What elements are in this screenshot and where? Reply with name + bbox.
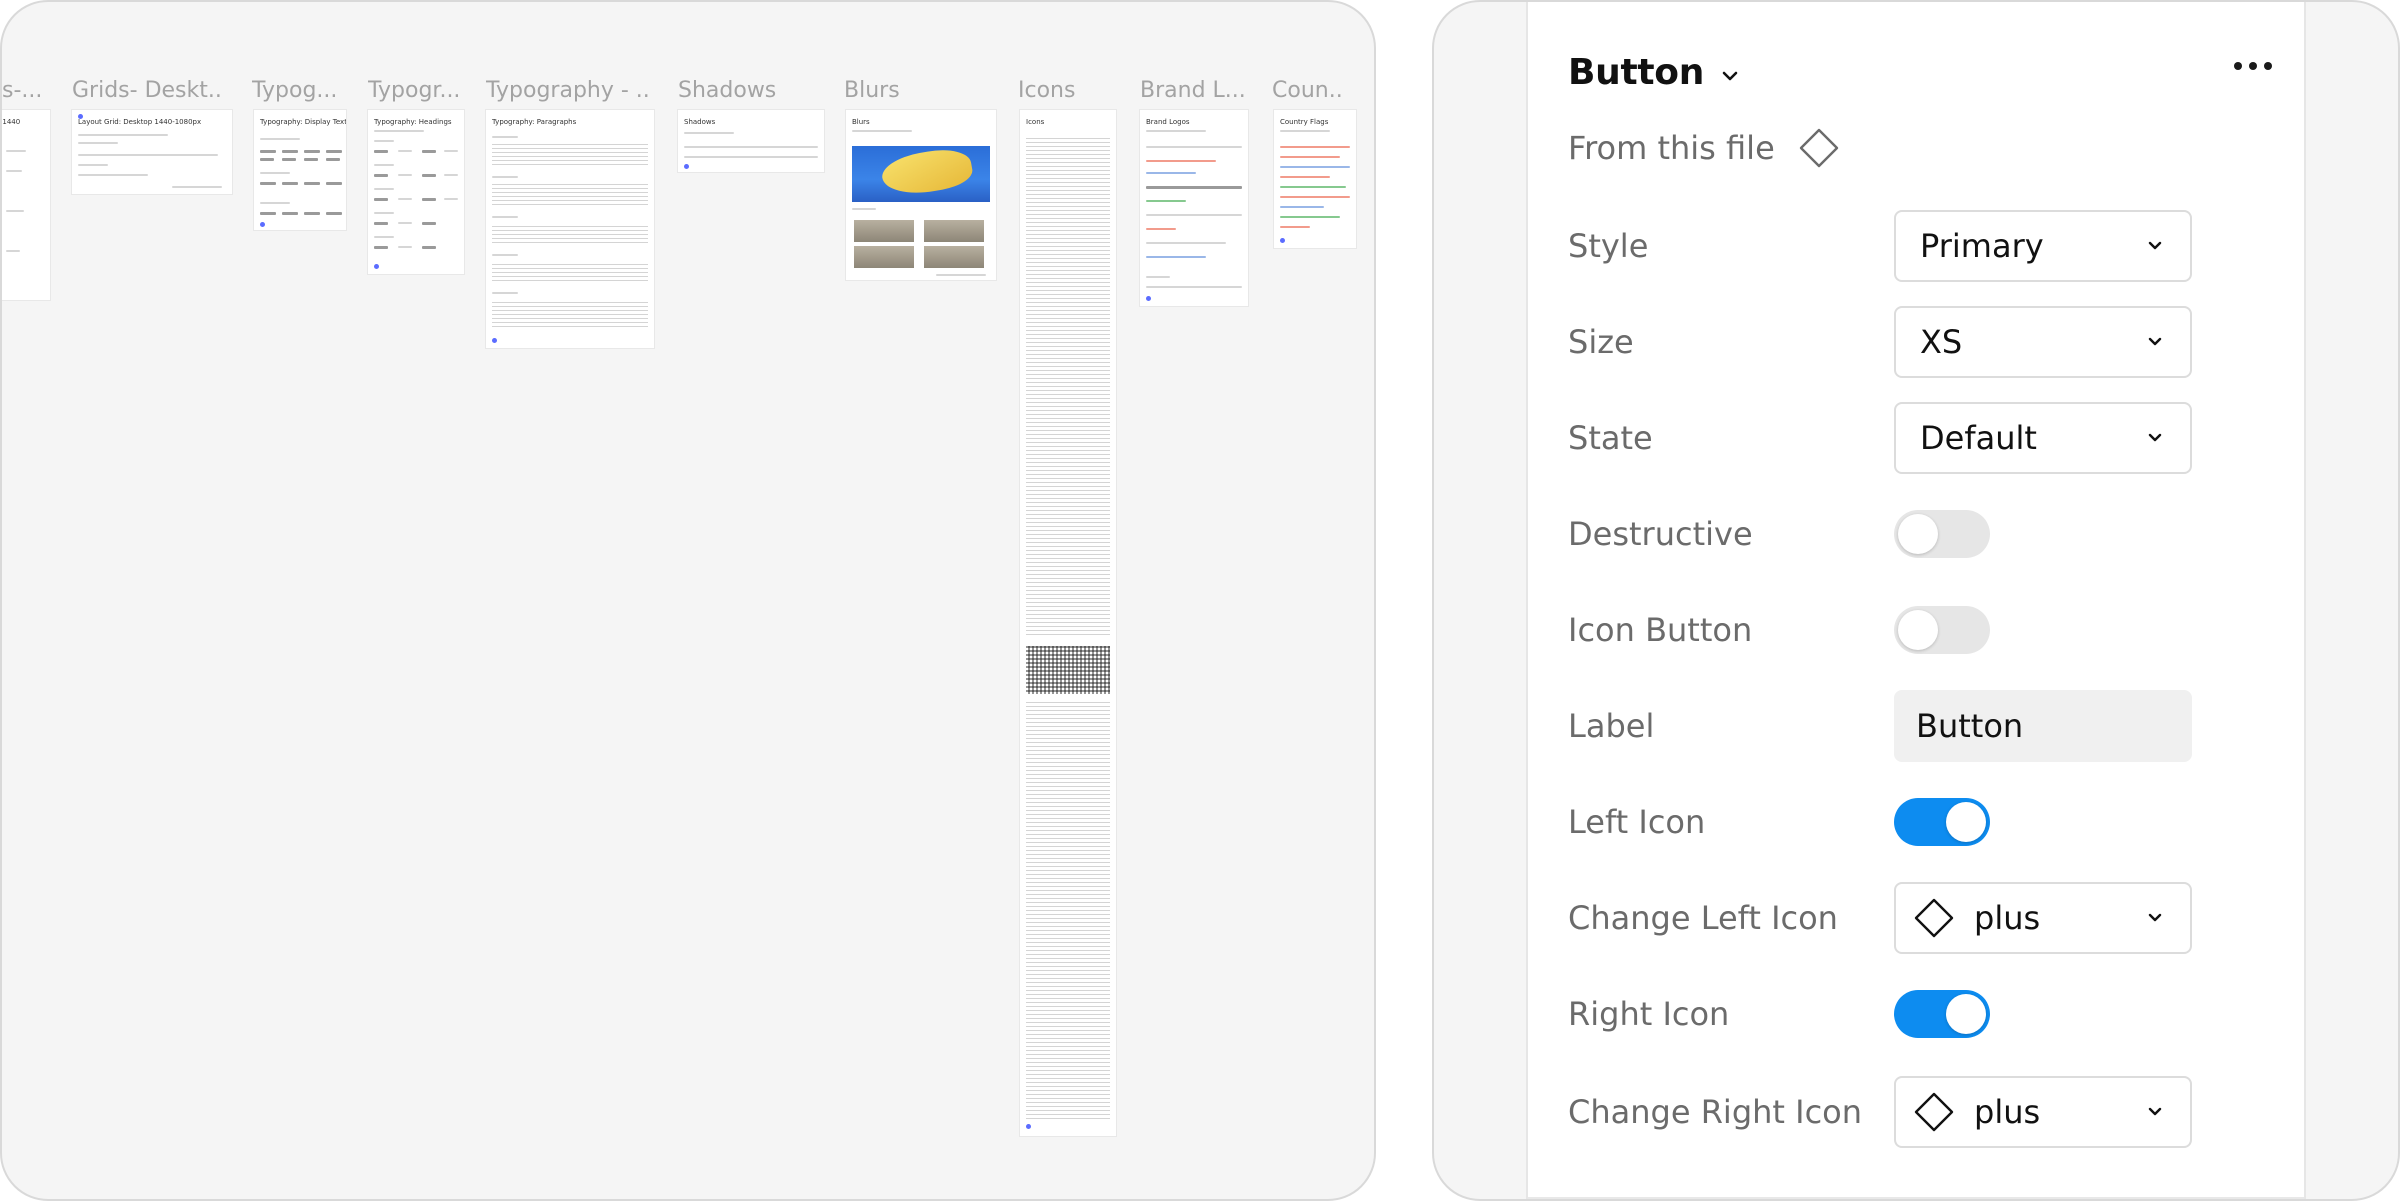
prop-row-left-icon: Left Icon	[1568, 786, 2304, 858]
prop-row-destructive: Destructive	[1568, 498, 2304, 570]
left-icon-toggle[interactable]	[1894, 798, 1990, 846]
chevron-down-icon	[2148, 241, 2162, 250]
banana-image	[852, 146, 990, 202]
frame-thumbnail[interactable]: Layout Grid: Desktop 1440-1080px	[72, 110, 232, 194]
frame-mini-title: Layout Grid: Desktop 1440-1080px	[78, 118, 202, 126]
prop-label: Change Right Icon	[1568, 1093, 1863, 1131]
frame-label[interactable]: s-...	[2, 78, 42, 103]
select-value: plus	[1974, 899, 2041, 937]
panel-divider	[1528, 1197, 2304, 1199]
frame-mini-title: Shadows	[684, 118, 716, 126]
prop-label: Icon Button	[1568, 611, 1753, 649]
design-canvas[interactable]: s-... Grid Web 1440 Grids- Deskt... Layo…	[0, 0, 1376, 1201]
frame-mini-title: Blurs	[852, 118, 870, 126]
right-icon-toggle[interactable]	[1894, 990, 1990, 1038]
icon-button-toggle[interactable]	[1894, 606, 1990, 654]
prop-row-label: Label Button	[1568, 690, 2304, 762]
frame-label[interactable]: Typography - ...	[486, 78, 648, 103]
select-value: Primary	[1920, 227, 2044, 265]
frame-thumbnail[interactable]: Country Flags	[1274, 110, 1356, 248]
frame-thumbnail[interactable]: Shadows	[678, 110, 824, 172]
chevron-down-icon	[2148, 913, 2162, 922]
prop-row-size: Size XS	[1568, 306, 2304, 378]
frame-thumbnail[interactable]: Typography: Headings	[368, 110, 464, 274]
component-diamond-icon	[1914, 1092, 1954, 1132]
label-text-field[interactable]: Button	[1894, 690, 2192, 762]
frame-mini-title: Icons	[1026, 118, 1045, 126]
state-select[interactable]: Default	[1894, 402, 2192, 474]
frame-thumbnail[interactable]: Blurs	[846, 110, 996, 280]
frame-thumbnail[interactable]: Brand Logos	[1140, 110, 1248, 306]
prop-row-icon-button: Icon Button	[1568, 594, 2304, 666]
frame-mini-title: Typography: Display Text	[260, 118, 346, 126]
properties-panel-container: Button From this file Style Primary Size…	[1432, 0, 2400, 1201]
frame-thumbnail[interactable]: Icons	[1020, 110, 1116, 1136]
prop-row-right-icon: Right Icon	[1568, 978, 2304, 1050]
component-diamond-icon	[1914, 898, 1954, 938]
prop-label: Destructive	[1568, 515, 1753, 553]
chevron-down-icon[interactable]	[1718, 64, 1742, 88]
size-select[interactable]: XS	[1894, 306, 2192, 378]
select-value: XS	[1920, 323, 1963, 361]
prop-label: Size	[1568, 323, 1634, 361]
component-properties-panel: Button From this file Style Primary Size…	[1526, 2, 2306, 1199]
frame-thumbnail[interactable]: Typography: Paragraphs	[486, 110, 654, 348]
more-options-icon[interactable]	[2234, 62, 2272, 70]
component-diamond-icon[interactable]	[1797, 126, 1841, 170]
chevron-down-icon	[2148, 1107, 2162, 1116]
select-value: Default	[1920, 419, 2037, 457]
frame-label[interactable]: Grids- Deskt...	[72, 78, 222, 103]
prop-row-change-right-icon: Change Right Icon plus	[1568, 1076, 2304, 1148]
frame-mini-title: Typography: Headings	[374, 118, 452, 126]
frame-label[interactable]: Brand L...	[1140, 78, 1244, 103]
prop-row-state: State Default	[1568, 402, 2304, 474]
chevron-down-icon	[2148, 433, 2162, 442]
chevron-down-icon	[2148, 337, 2162, 346]
right-icon-instance-select[interactable]: plus	[1894, 1076, 2192, 1148]
prop-label: Right Icon	[1568, 995, 1730, 1033]
prop-label: State	[1568, 419, 1653, 457]
prop-row-change-left-icon: Change Left Icon plus	[1568, 882, 2304, 954]
frame-label[interactable]: Shadows	[678, 78, 798, 103]
prop-label: Left Icon	[1568, 803, 1706, 841]
frame-label[interactable]: Blurs	[844, 78, 934, 103]
frame-thumbnail[interactable]: Grid Web 1440	[2, 110, 50, 300]
select-value: plus	[1974, 1093, 2041, 1131]
prop-label: Style	[1568, 227, 1649, 265]
frame-mini-title: Typography: Paragraphs	[492, 118, 577, 126]
destructive-toggle[interactable]	[1894, 510, 1990, 558]
source-label: From this file	[1568, 129, 1775, 167]
frame-label[interactable]: Icons	[1018, 78, 1088, 103]
frame-label[interactable]: Coun...	[1272, 78, 1342, 103]
frame-mini-title: Grid Web 1440	[2, 118, 21, 126]
component-header[interactable]: Button	[1568, 52, 1742, 93]
left-icon-instance-select[interactable]: plus	[1894, 882, 2192, 954]
frame-thumbnail[interactable]: Typography: Display Text	[254, 110, 346, 230]
prop-label: Label	[1568, 707, 1655, 745]
prop-label: Change Left Icon	[1568, 899, 1838, 937]
component-name[interactable]: Button	[1568, 52, 1704, 93]
frame-mini-title: Country Flags	[1280, 118, 1329, 126]
component-source: From this file	[1568, 126, 1841, 170]
style-select[interactable]: Primary	[1894, 210, 2192, 282]
prop-row-style: Style Primary	[1568, 210, 2304, 282]
frame-label[interactable]: Typogr...	[368, 78, 462, 103]
frame-label[interactable]: Typog...	[252, 78, 338, 103]
frame-mini-title: Brand Logos	[1146, 118, 1190, 126]
